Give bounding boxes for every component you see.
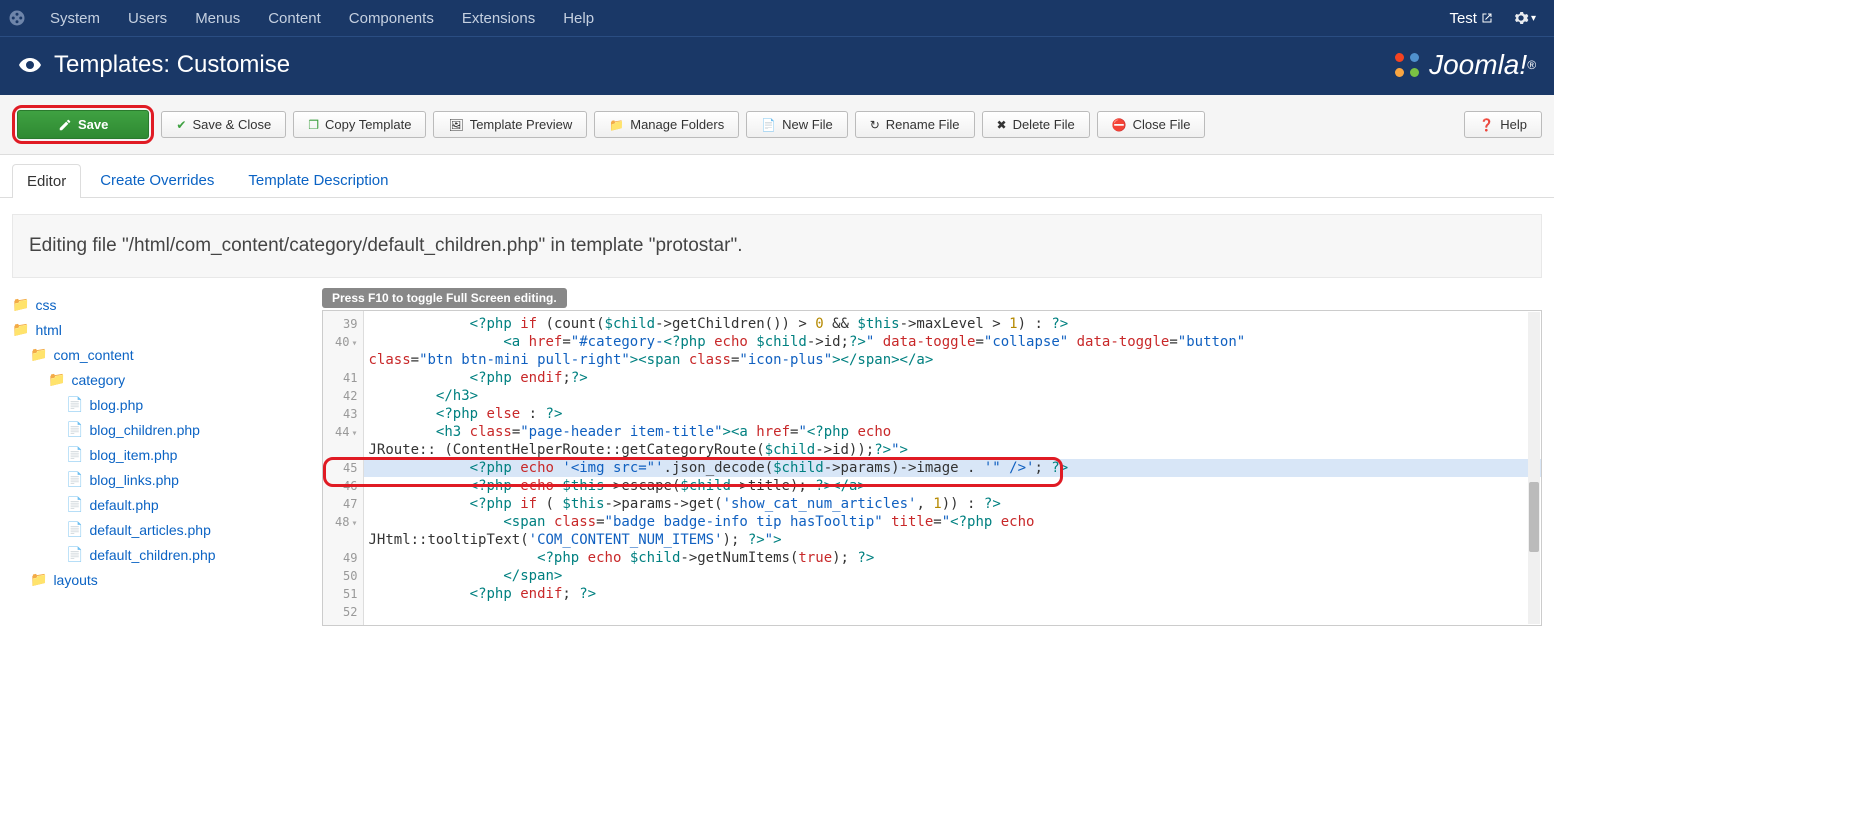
question-icon: ❓: [1479, 118, 1494, 132]
tree-label: default_articles.php: [89, 522, 210, 538]
tree-label: css: [35, 297, 56, 313]
save-button-label: Save: [78, 117, 108, 132]
tree-folder-html[interactable]: 📁 html: [12, 321, 62, 338]
folder-icon: 📁: [12, 296, 29, 313]
scroll-thumb[interactable]: [1529, 482, 1539, 552]
help-label: Help: [1500, 117, 1527, 132]
tree-label: blog.php: [89, 397, 143, 413]
tree-label: blog_children.php: [89, 422, 200, 438]
tab-editor[interactable]: Editor: [12, 164, 81, 198]
manage-folders-label: Manage Folders: [630, 117, 724, 132]
brand-text: Joomla!: [1429, 49, 1527, 81]
tree-folder-category[interactable]: 📁 category: [48, 371, 125, 388]
rename-file-label: Rename File: [886, 117, 960, 132]
action-toolbar: Save ✔ Save & Close ❐ Copy Template 🖼 Te…: [0, 95, 1554, 155]
file-icon: 📄: [66, 496, 83, 513]
menu-components[interactable]: Components: [335, 10, 448, 27]
file-icon: 📄: [66, 521, 83, 538]
tree-file[interactable]: 📄 blog_links.php: [66, 471, 179, 488]
new-file-label: New File: [782, 117, 833, 132]
tree-file[interactable]: 📄 default_children.php: [66, 546, 216, 563]
menu-extensions[interactable]: Extensions: [448, 10, 549, 27]
eye-icon: [18, 53, 42, 77]
tree-label: html: [35, 322, 61, 338]
tree-file[interactable]: 📄 default_articles.php: [66, 521, 211, 538]
refresh-icon: ↻: [870, 118, 880, 132]
close-icon: ✖: [997, 118, 1007, 132]
folder-icon: 📁: [12, 321, 29, 338]
editing-file-banner: Editing file "/html/com_content/category…: [12, 214, 1542, 278]
tree-file[interactable]: 📄 blog_children.php: [66, 421, 200, 438]
page-title: Templates: Customise: [54, 51, 290, 79]
tree-folder-com-content[interactable]: 📁 com_content: [30, 346, 134, 363]
save-highlight-annotation: Save: [12, 105, 154, 144]
file-icon: 📄: [66, 546, 83, 563]
tree-label: layouts: [53, 572, 97, 588]
tree-label: default_children.php: [89, 547, 215, 563]
frontend-link[interactable]: Test: [1439, 10, 1503, 27]
cancel-icon: ⛔: [1112, 118, 1127, 132]
tree-label: default.php: [89, 497, 158, 513]
folder-icon: 📁: [30, 571, 47, 588]
code-content[interactable]: <?php if (count($child->getChildren()) >…: [364, 311, 1541, 625]
tree-file[interactable]: 📄 blog.php: [66, 396, 143, 413]
close-file-button[interactable]: ⛔ Close File: [1097, 111, 1206, 138]
code-editor[interactable]: 3940 41424344 45464748 49505152 <?php if…: [322, 310, 1542, 626]
tab-description[interactable]: Template Description: [233, 163, 403, 197]
folder-icon: 📁: [609, 118, 624, 132]
gear-icon[interactable]: ▾: [1503, 10, 1546, 26]
help-button[interactable]: ❓ Help: [1464, 111, 1542, 138]
menu-system[interactable]: System: [36, 10, 114, 27]
tab-bar: Editor Create Overrides Template Descrip…: [0, 155, 1554, 198]
file-icon: 📄: [66, 446, 83, 463]
check-icon: ✔: [176, 118, 186, 132]
tree-folder-css[interactable]: 📁 css: [12, 296, 56, 313]
file-icon: 📄: [66, 471, 83, 488]
menu-help[interactable]: Help: [549, 10, 608, 27]
close-file-label: Close File: [1133, 117, 1191, 132]
file-icon: 📄: [761, 118, 776, 132]
editor-scrollbar[interactable]: [1528, 312, 1540, 624]
fullscreen-hint: Press F10 to toggle Full Screen editing.: [322, 288, 567, 308]
save-close-button[interactable]: ✔ Save & Close: [161, 111, 286, 138]
tab-overrides[interactable]: Create Overrides: [85, 163, 229, 197]
delete-file-button[interactable]: ✖ Delete File: [982, 111, 1090, 138]
image-icon: 🖼: [448, 118, 463, 132]
tree-label: blog_item.php: [89, 447, 177, 463]
file-icon: 📄: [66, 421, 83, 438]
rename-file-button[interactable]: ↻ Rename File: [855, 111, 975, 138]
copy-template-button[interactable]: ❐ Copy Template: [293, 111, 426, 138]
menu-content[interactable]: Content: [254, 10, 335, 27]
save-button[interactable]: Save: [17, 110, 149, 139]
tree-label: category: [71, 372, 125, 388]
tree-file[interactable]: 📄 default.php: [66, 496, 159, 513]
tree-label: blog_links.php: [89, 472, 179, 488]
menu-menus[interactable]: Menus: [181, 10, 254, 27]
tree-label: com_content: [53, 347, 133, 363]
file-icon: 📄: [66, 396, 83, 413]
workspace: 📁 css 📁 html 📁 com_content 📁 category 📄 blog.…: [0, 288, 1554, 626]
page-header: Templates: Customise Joomla!®: [0, 36, 1554, 95]
file-tree: 📁 css 📁 html 📁 com_content 📁 category 📄 blog.…: [12, 288, 302, 626]
copy-template-label: Copy Template: [325, 117, 411, 132]
copy-icon: ❐: [308, 118, 319, 132]
editor-pane: Press F10 to toggle Full Screen editing.…: [322, 288, 1542, 626]
folder-icon: 📁: [48, 371, 65, 388]
admin-topnav: System Users Menus Content Components Ex…: [0, 0, 1554, 36]
save-close-label: Save & Close: [192, 117, 271, 132]
tree-folder-layouts[interactable]: 📁 layouts: [30, 571, 98, 588]
delete-file-label: Delete File: [1013, 117, 1075, 132]
template-preview-button[interactable]: 🖼 Template Preview: [433, 111, 587, 138]
joomla-logo: Joomla!®: [1389, 47, 1536, 83]
template-preview-label: Template Preview: [470, 117, 573, 132]
new-file-button[interactable]: 📄 New File: [746, 111, 848, 138]
joomla-icon: [8, 9, 26, 27]
tree-file[interactable]: 📄 blog_item.php: [66, 446, 177, 463]
menu-users[interactable]: Users: [114, 10, 181, 27]
frontend-link-label: Test: [1449, 10, 1477, 27]
line-gutter: 3940 41424344 45464748 49505152: [323, 311, 364, 625]
folder-icon: 📁: [30, 346, 47, 363]
manage-folders-button[interactable]: 📁 Manage Folders: [594, 111, 739, 138]
